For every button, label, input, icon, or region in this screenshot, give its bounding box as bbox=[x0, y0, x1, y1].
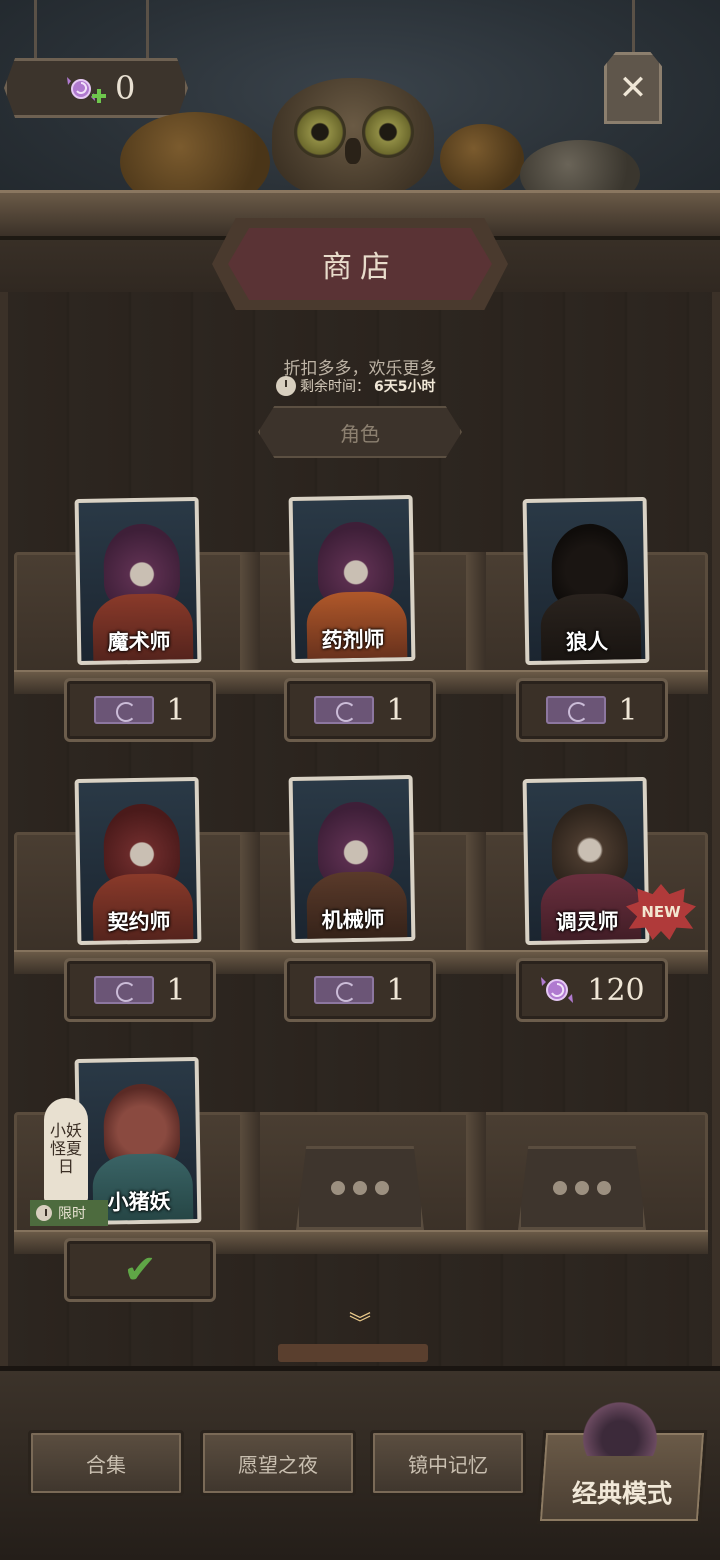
price-value: 1 bbox=[166, 972, 186, 1008]
price-value: 1 bbox=[618, 692, 638, 728]
empty-slot bbox=[518, 1146, 646, 1230]
candy-icon bbox=[541, 977, 574, 1003]
nav-collection-button[interactable]: 合集 bbox=[28, 1430, 184, 1496]
clock-icon bbox=[36, 1205, 52, 1221]
shop-screen: 0 ✕ 商店 折扣多多，欢乐更多 剩余时间： 6天5小时 角色 魔术师 1 药剂… bbox=[0, 0, 720, 1560]
shelf-divider bbox=[466, 1112, 486, 1242]
classic-mode-label: 经典模式 bbox=[571, 1479, 672, 1508]
price-value: 1 bbox=[386, 692, 406, 728]
price-button[interactable]: 1 bbox=[284, 958, 436, 1022]
category-tab-role[interactable]: 角色 bbox=[258, 406, 462, 458]
currency-amount: 0 bbox=[115, 69, 136, 107]
hanging-rope bbox=[146, 0, 149, 58]
owl-eye bbox=[362, 106, 414, 158]
character-card-alchemist[interactable]: 药剂师 bbox=[288, 494, 416, 664]
timer-value: 6天5小时 bbox=[374, 379, 436, 395]
promo-timer: 剩余时间： 6天5小时 bbox=[276, 376, 435, 396]
ticket-icon bbox=[94, 976, 155, 1004]
hanging-rope bbox=[34, 0, 37, 58]
price-button[interactable]: 120 bbox=[516, 958, 668, 1022]
shelf-divider bbox=[240, 552, 260, 682]
character-name: 机械师 bbox=[321, 907, 385, 933]
checkmark-icon: ✔ bbox=[123, 1247, 157, 1293]
close-icon: ✕ bbox=[618, 68, 648, 108]
character-card-spirit-tuner[interactable]: 调灵师 bbox=[522, 776, 650, 946]
owl-decoration bbox=[272, 78, 434, 198]
shelf-divider bbox=[240, 1112, 260, 1242]
pumpkin-decoration bbox=[440, 124, 524, 194]
character-name: 狼人 bbox=[565, 629, 609, 655]
clock-icon bbox=[276, 376, 296, 396]
shelf-divider bbox=[466, 832, 486, 962]
hanging-rope bbox=[632, 0, 635, 52]
empty-slot bbox=[296, 1146, 424, 1230]
currency-display[interactable]: 0 bbox=[4, 58, 188, 118]
price-button[interactable]: 1 bbox=[64, 958, 216, 1022]
ellipsis-dot bbox=[575, 1181, 589, 1195]
character-card-mechanic[interactable]: 机械师 bbox=[288, 774, 416, 944]
character-name: 契约师 bbox=[107, 909, 171, 935]
character-name: 药剂师 bbox=[321, 627, 385, 653]
limited-time-label: 限时 bbox=[30, 1200, 108, 1226]
close-button[interactable]: ✕ bbox=[604, 52, 662, 124]
ellipsis-dot bbox=[353, 1181, 367, 1195]
character-card-magician[interactable]: 魔术师 bbox=[74, 496, 202, 666]
price-button[interactable]: 1 bbox=[284, 678, 436, 742]
ellipsis-dot bbox=[597, 1181, 611, 1195]
character-name: 魔术师 bbox=[107, 629, 171, 655]
ticket-icon bbox=[546, 696, 607, 724]
ticket-icon bbox=[94, 696, 155, 724]
classic-mode-emblem-icon bbox=[574, 1400, 666, 1456]
price-value: 120 bbox=[587, 972, 645, 1008]
page-title: 商店 bbox=[228, 228, 492, 300]
ellipsis-dot bbox=[375, 1181, 389, 1195]
character-card-contractor[interactable]: 契约师 bbox=[74, 776, 202, 946]
character-card-werewolf[interactable]: 狼人 bbox=[522, 496, 650, 666]
scroll-indicator-plank bbox=[278, 1344, 428, 1362]
owl-beak bbox=[345, 138, 361, 164]
shelf-divider bbox=[466, 552, 486, 682]
character-name: 调灵师 bbox=[555, 909, 619, 935]
timer-label: 剩余时间： bbox=[300, 379, 370, 395]
price-value: 1 bbox=[386, 972, 406, 1008]
owned-indicator: ✔ bbox=[64, 1238, 216, 1302]
nav-wish-night-button[interactable]: 愿望之夜 bbox=[200, 1430, 356, 1496]
ticket-icon bbox=[314, 696, 375, 724]
scroll-down-chevron-icon[interactable]: ︾ bbox=[340, 1314, 380, 1336]
ellipsis-dot bbox=[553, 1181, 567, 1195]
ellipsis-dot bbox=[331, 1181, 345, 1195]
shelf-divider bbox=[240, 832, 260, 962]
nav-mirror-memory-button[interactable]: 镜中记忆 bbox=[370, 1430, 526, 1496]
ticket-icon bbox=[314, 976, 375, 1004]
price-button[interactable]: 1 bbox=[516, 678, 668, 742]
price-value: 1 bbox=[166, 692, 186, 728]
owl-eye bbox=[294, 106, 346, 158]
event-tag: 小妖怪夏日 bbox=[44, 1098, 88, 1202]
candy-plus-icon bbox=[67, 77, 106, 103]
price-button[interactable]: 1 bbox=[64, 678, 216, 742]
